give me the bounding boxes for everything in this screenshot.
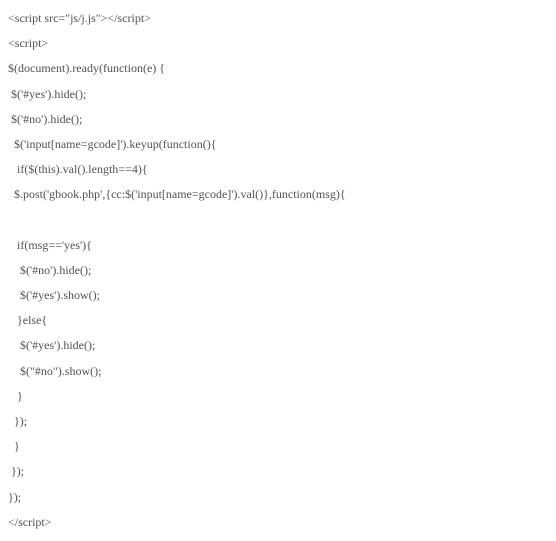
code-line	[8, 208, 548, 233]
code-line: $.post('gbook.php',{cc:$('input[name=gco…	[8, 182, 548, 207]
code-line: <script src="js/j.js"></script>	[8, 6, 548, 31]
code-line: $('#no').hide();	[8, 258, 548, 283]
code-line: $('#no').hide();	[8, 107, 548, 132]
code-line: });	[8, 409, 548, 434]
code-line: </script>	[8, 510, 548, 535]
code-line: if($(this).val().length==4){	[8, 157, 548, 182]
code-line: });	[8, 459, 548, 484]
code-line: $(document).ready(function(e) {	[8, 56, 548, 81]
code-line: $('#yes').hide();	[8, 333, 548, 358]
code-line: $('input[name=gcode]').keyup(function(){	[8, 132, 548, 157]
code-line: }	[8, 384, 548, 409]
code-line: $('#yes').hide();	[8, 82, 548, 107]
code-line: if(msg=='yes'){	[8, 233, 548, 258]
code-line: $("#no").show();	[8, 359, 548, 384]
code-line: $('#yes').show();	[8, 283, 548, 308]
code-line: }else{	[8, 308, 548, 333]
code-block: <script src="js/j.js"></script> <script>…	[8, 6, 548, 535]
code-line: }	[8, 434, 548, 459]
code-line: <script>	[8, 31, 548, 56]
